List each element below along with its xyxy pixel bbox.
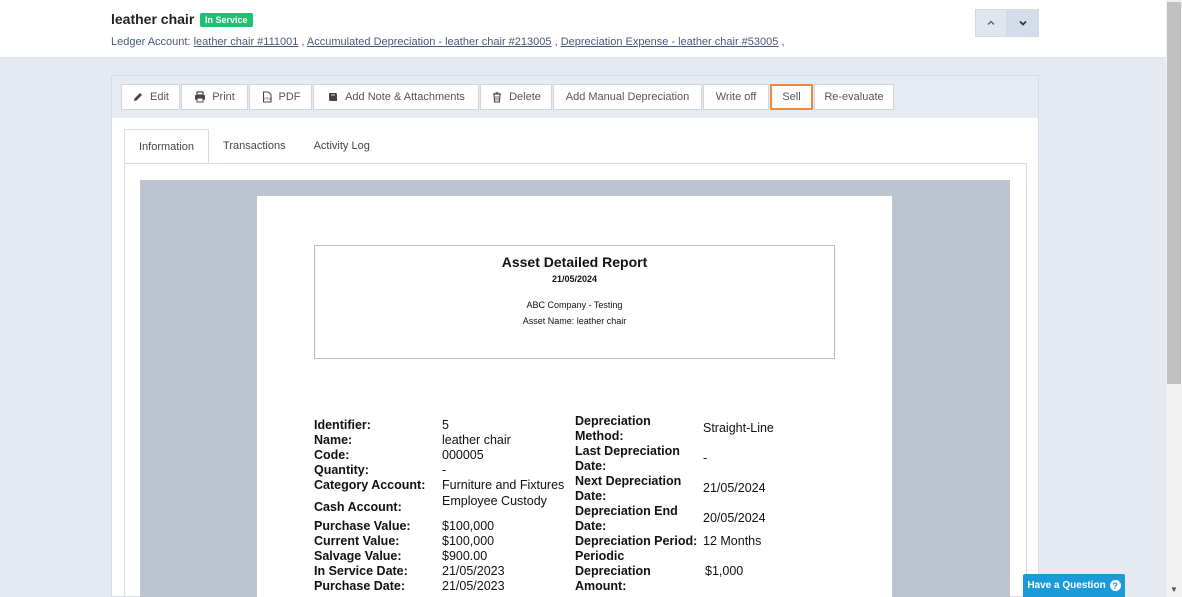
field-value: 000005 bbox=[442, 448, 484, 462]
add-manual-depreciation-button[interactable]: Add Manual Depreciation bbox=[553, 84, 702, 110]
printer-icon bbox=[195, 91, 206, 103]
report-company: ABC Company - Testing bbox=[526, 300, 623, 310]
field-value: $100,000 bbox=[442, 534, 495, 548]
field-value: $1,000 bbox=[705, 564, 744, 578]
re-evaluate-label: Re-evaluate bbox=[824, 91, 884, 103]
field-label: Next Depreciation bbox=[575, 474, 682, 488]
svg-text:PDF: PDF bbox=[264, 96, 273, 101]
ledger-link-asset[interactable]: leather chair #111001 bbox=[194, 36, 299, 48]
sell-label: Sell bbox=[782, 91, 801, 103]
field-label: Depreciation End bbox=[575, 504, 678, 518]
tab-activity-log[interactable]: Activity Log bbox=[299, 129, 384, 164]
field-value: $900.00 bbox=[442, 549, 488, 563]
next-record-button[interactable] bbox=[1007, 9, 1039, 37]
field-label: Category Account: bbox=[314, 478, 426, 492]
field-value: - bbox=[442, 463, 447, 477]
field-value: leather chair bbox=[442, 433, 511, 447]
report-page: Asset Detailed Report 21/05/2024 ABC Com… bbox=[257, 196, 892, 597]
pdf-label: PDF bbox=[278, 91, 301, 103]
pdf-button[interactable]: PDF PDF bbox=[249, 84, 312, 110]
pdf-file-icon: PDF bbox=[262, 91, 273, 103]
field-label: Depreciation bbox=[575, 564, 651, 578]
delete-button[interactable]: Delete bbox=[480, 84, 552, 110]
have-a-question-label: Have a Question bbox=[1027, 580, 1106, 591]
field-label: Cash Account: bbox=[314, 500, 402, 514]
field-label: Depreciation Period: bbox=[575, 534, 698, 548]
record-navigation bbox=[975, 9, 1039, 37]
write-off-label: Write off bbox=[715, 91, 757, 103]
delete-label: Delete bbox=[509, 91, 541, 103]
pencil-icon bbox=[134, 93, 143, 101]
field-value: Employee Custody bbox=[442, 494, 547, 508]
re-evaluate-button[interactable]: Re-evaluate bbox=[814, 84, 894, 110]
tab-bar: Information Transactions Activity Log bbox=[124, 129, 384, 164]
field-label: Date: bbox=[575, 519, 607, 533]
previous-record-button[interactable] bbox=[975, 9, 1007, 37]
field-label: Purchase Value: bbox=[314, 519, 411, 533]
ledger-label: Ledger Account: bbox=[111, 36, 191, 48]
scrollbar-thumb[interactable] bbox=[1167, 2, 1181, 384]
field-value: $100,000 bbox=[442, 519, 495, 533]
field-label: Date: bbox=[575, 459, 607, 473]
field-label: Name: bbox=[314, 433, 353, 447]
print-label: Print bbox=[212, 91, 235, 103]
field-value: - bbox=[703, 451, 708, 465]
question-icon: ? bbox=[1109, 580, 1121, 591]
field-value: 21/05/2023 bbox=[442, 579, 505, 593]
write-off-button[interactable]: Write off bbox=[703, 84, 769, 110]
tab-information[interactable]: Information bbox=[124, 129, 210, 164]
field-label: Identifier: bbox=[314, 418, 371, 432]
notebook-icon bbox=[329, 93, 338, 101]
report-header-box: Asset Detailed Report 21/05/2024 ABC Com… bbox=[314, 245, 835, 359]
add-note-label: Add Note & Attachments bbox=[345, 91, 465, 103]
field-value: 5 bbox=[442, 418, 449, 432]
field-value: 21/05/2024 bbox=[703, 481, 766, 495]
ledger-accounts: Ledger Account: leather chair #111001 , … bbox=[111, 36, 785, 48]
sell-button[interactable]: Sell bbox=[770, 84, 813, 110]
add-note-button[interactable]: Add Note & Attachments bbox=[313, 84, 479, 110]
field-value: Straight-Line bbox=[703, 421, 774, 435]
field-label: Periodic bbox=[575, 549, 625, 563]
edit-button[interactable]: Edit bbox=[121, 84, 180, 110]
edit-label: Edit bbox=[150, 91, 169, 103]
field-value: 20/05/2024 bbox=[703, 511, 766, 525]
asset-header: leather chair In Service Ledger Account:… bbox=[0, 0, 1166, 58]
chevron-down-icon bbox=[1019, 20, 1027, 26]
action-toolbar: Edit Print PDF PDF Add Note & Attachment… bbox=[112, 76, 1038, 118]
field-value: 21/05/2023 bbox=[442, 564, 505, 578]
field-label: Purchase Date: bbox=[314, 579, 406, 593]
field-label: In Service Date: bbox=[314, 564, 408, 578]
field-value: 12 Months bbox=[703, 534, 762, 548]
report-title: Asset Detailed Report bbox=[501, 254, 648, 270]
ledger-link-accumulated[interactable]: Accumulated Depreciation - leather chair… bbox=[307, 36, 552, 48]
have-a-question-button[interactable]: Have a Question ? bbox=[1023, 574, 1125, 597]
scroll-down-arrow-icon[interactable]: ▼ bbox=[1166, 581, 1182, 597]
field-label: Date: bbox=[575, 489, 607, 503]
field-label: Last Depreciation bbox=[575, 444, 680, 458]
field-label: Depreciation bbox=[575, 414, 651, 428]
print-button[interactable]: Print bbox=[181, 84, 248, 110]
field-label: Salvage Value: bbox=[314, 549, 402, 563]
asset-title: leather chair bbox=[111, 11, 195, 27]
report-asset-name: Asset Name: leather chair bbox=[522, 316, 627, 326]
tab-transactions[interactable]: Transactions bbox=[209, 129, 300, 164]
add-manual-depreciation-label: Add Manual Depreciation bbox=[565, 91, 690, 103]
report-date: 21/05/2024 bbox=[551, 274, 598, 284]
status-badge: In Service bbox=[200, 13, 253, 27]
field-label: Code: bbox=[314, 448, 350, 462]
chevron-up-icon bbox=[987, 20, 995, 26]
field-label: Amount: bbox=[575, 579, 627, 593]
field-label: Current Value: bbox=[314, 534, 400, 548]
trash-icon bbox=[493, 92, 502, 103]
field-label: Quantity: bbox=[314, 463, 369, 477]
ledger-link-expense[interactable]: Depreciation Expense - leather chair #53… bbox=[561, 36, 779, 48]
field-value: Furniture and Fixtures bbox=[442, 478, 565, 492]
field-label: Method: bbox=[575, 429, 624, 443]
